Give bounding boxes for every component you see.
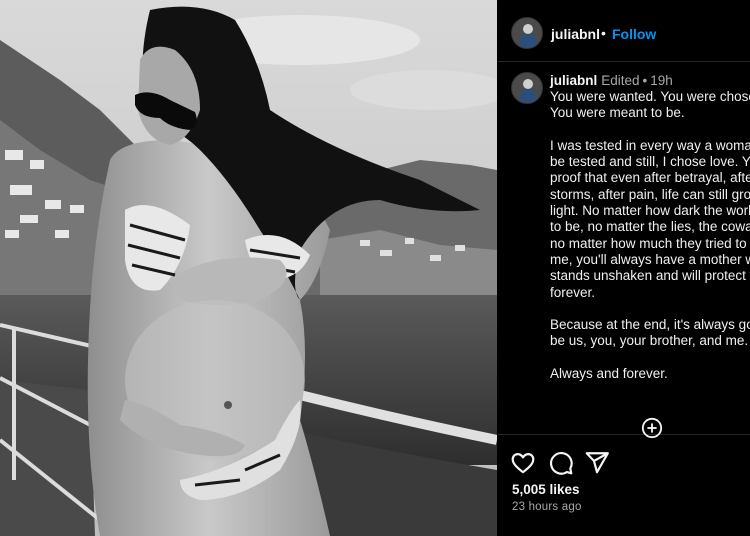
caption-time[interactable]: 19h (650, 73, 673, 88)
post-header: juliabnl • Follow (498, 0, 750, 62)
post-time-ago[interactable]: 23 hours ago (512, 501, 582, 513)
comment-icon[interactable] (548, 450, 574, 476)
time-separator: • (642, 73, 648, 88)
follow-button[interactable]: Follow (612, 26, 656, 42)
avatar-body (520, 89, 536, 103)
caption-username-link[interactable]: juliabnl (550, 73, 597, 88)
post-photo[interactable] (0, 0, 497, 536)
avatar-body (520, 34, 536, 48)
username-link[interactable]: juliabnl (551, 26, 600, 42)
avatar-head (523, 24, 533, 34)
caption-meta: juliabnl Edited • 19h (550, 73, 673, 88)
action-bar: 5,005 likes 23 hours ago (498, 434, 750, 536)
caption-avatar[interactable] (511, 72, 543, 104)
edited-label: Edited (601, 73, 640, 88)
plus-circle-icon[interactable] (641, 417, 663, 439)
header-separator: • (601, 25, 606, 41)
avatar-head (523, 79, 533, 89)
caption-text: You were wanted. You were chosen. You we… (550, 89, 750, 382)
avatar[interactable] (511, 17, 543, 49)
post-sidebar: juliabnl • Follow juliabnl Edited • 19h You… (498, 0, 750, 536)
caption-section: juliabnl Edited • 19h You were wanted. You … (498, 62, 750, 434)
heart-icon[interactable] (510, 450, 536, 476)
share-icon[interactable] (584, 450, 610, 476)
likes-count[interactable]: 5,005 likes (512, 482, 580, 497)
